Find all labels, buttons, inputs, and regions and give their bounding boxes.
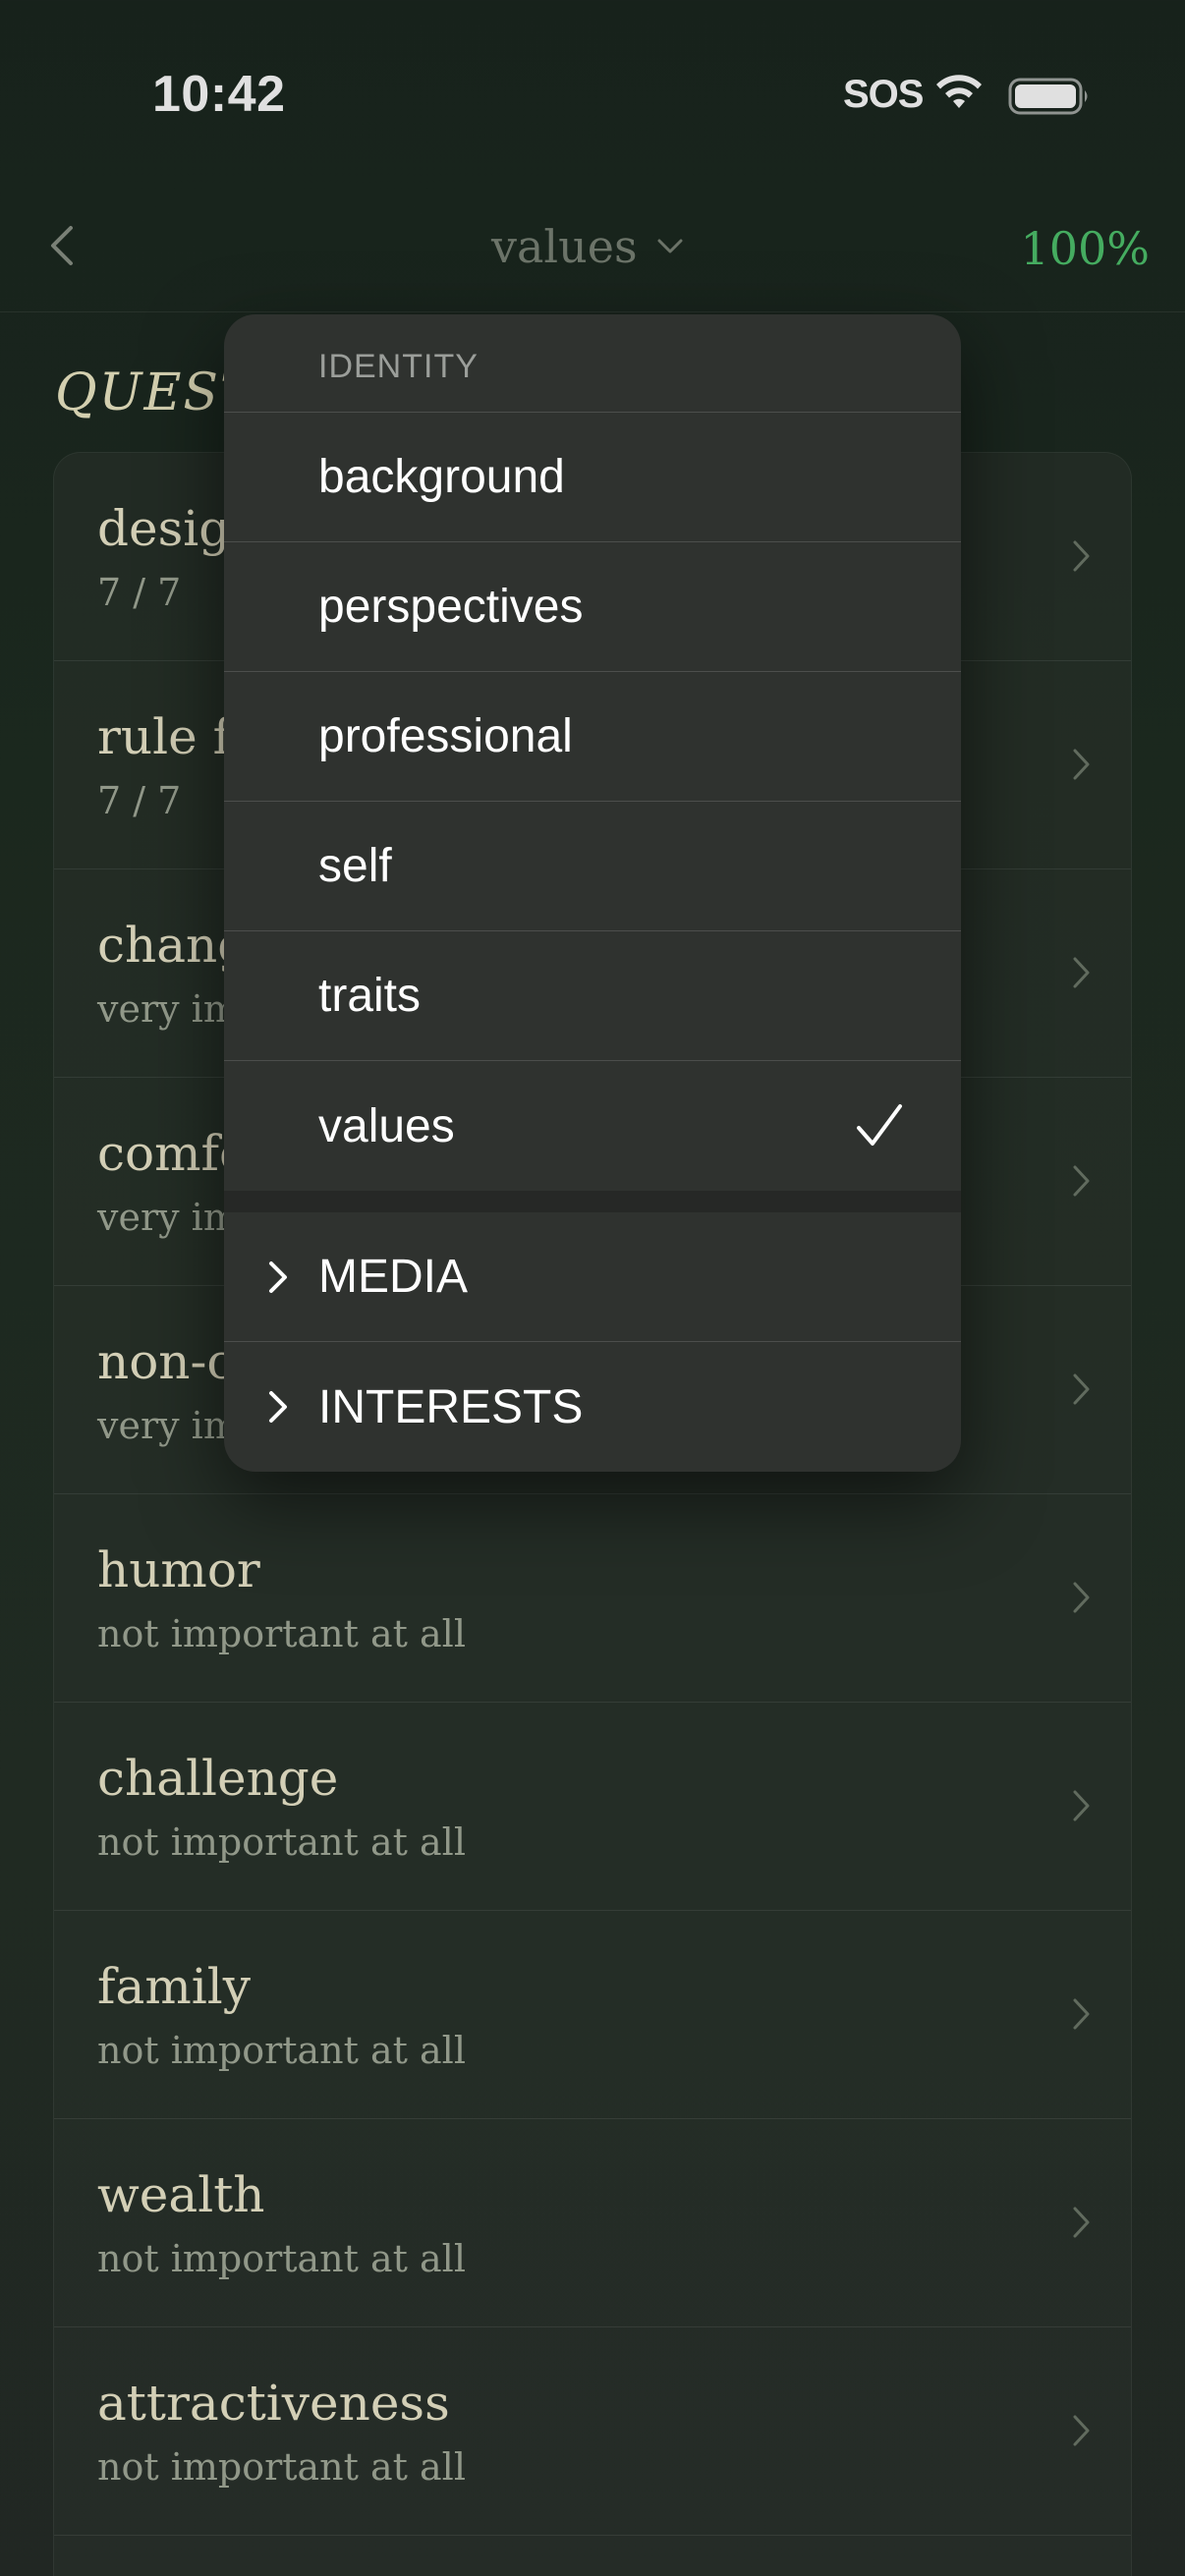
- menu-group-label: MEDIA: [318, 1251, 469, 1303]
- item-subtitle: 7 / 7: [97, 779, 182, 822]
- item-subtitle: not important at all: [97, 2237, 466, 2280]
- chevron-right-icon: [1073, 1998, 1090, 2030]
- menu-item-label: perspectives: [318, 581, 584, 633]
- menu-item-label: self: [318, 840, 392, 892]
- menu-item-values[interactable]: values: [224, 1061, 961, 1191]
- chevron-left-icon[interactable]: [43, 222, 83, 269]
- menu-item-self[interactable]: self: [224, 802, 961, 931]
- list-item[interactable]: wealth not important at all: [54, 2119, 1131, 2327]
- nav-bar: values 100%: [0, 187, 1185, 312]
- item-title: challenge: [97, 1750, 339, 1807]
- item-title: humor: [97, 1541, 260, 1598]
- item-subtitle: not important at all: [97, 2445, 466, 2489]
- menu-item-label: values: [318, 1099, 455, 1152]
- menu-item-traits[interactable]: traits: [224, 931, 961, 1061]
- item-title: family: [97, 1958, 251, 2015]
- list-item[interactable]: family not important at all: [54, 1911, 1131, 2119]
- sos-indicator: SOS: [843, 73, 924, 116]
- list-item[interactable]: humor not important at all: [54, 1494, 1131, 1703]
- item-subtitle: 7 / 7: [97, 571, 182, 614]
- menu-item-label: background: [318, 451, 565, 503]
- menu-item-label: professional: [318, 710, 573, 762]
- wifi-icon: [936, 75, 982, 108]
- status-bar: 10:42 SOS: [0, 0, 1185, 187]
- list-item[interactable]: attractiveness not important at all: [54, 2327, 1131, 2536]
- item-title: wealth: [97, 2166, 265, 2223]
- item-subtitle: not important at all: [97, 2029, 466, 2072]
- chevron-right-icon: [269, 1391, 287, 1423]
- chevron-right-icon: [269, 1261, 287, 1293]
- chevron-right-icon: [1073, 1790, 1090, 1821]
- menu-item-perspectives[interactable]: perspectives: [224, 542, 961, 672]
- menu-item-professional[interactable]: professional: [224, 672, 961, 802]
- progress-percent: 100%: [1020, 222, 1150, 275]
- menu-item-background[interactable]: background: [224, 413, 961, 542]
- chevron-down-icon: [657, 239, 683, 253]
- chevron-right-icon: [1073, 540, 1090, 572]
- category-dropdown-menu: IDENTITY background perspectives profess…: [224, 314, 961, 1472]
- chevron-right-icon: [1073, 2207, 1090, 2238]
- item-subtitle: not important at all: [97, 1820, 466, 1864]
- battery-icon: [1008, 78, 1088, 115]
- chevron-right-icon: [1073, 957, 1090, 988]
- menu-item-label: traits: [318, 970, 422, 1022]
- status-time: 10:42: [152, 66, 286, 123]
- menu-group-label: INTERESTS: [318, 1380, 584, 1433]
- checkmark-icon: [857, 1104, 902, 1146]
- chevron-right-icon: [1073, 1165, 1090, 1197]
- menu-group-interests[interactable]: INTERESTS: [224, 1342, 961, 1472]
- menu-group-media[interactable]: MEDIA: [224, 1212, 961, 1342]
- menu-section-header: IDENTITY: [224, 314, 961, 413]
- chevron-right-icon: [1073, 2415, 1090, 2446]
- nav-title: values: [491, 220, 638, 273]
- menu-divider: [224, 1191, 961, 1212]
- chevron-right-icon: [1073, 749, 1090, 780]
- chevron-right-icon: [1073, 1373, 1090, 1405]
- item-title: attractiveness: [97, 2375, 450, 2432]
- category-picker[interactable]: values: [491, 220, 685, 273]
- list-item[interactable]: challenge not important at all: [54, 1703, 1131, 1911]
- chevron-right-icon: [1073, 1582, 1090, 1613]
- item-subtitle: not important at all: [97, 1612, 466, 1655]
